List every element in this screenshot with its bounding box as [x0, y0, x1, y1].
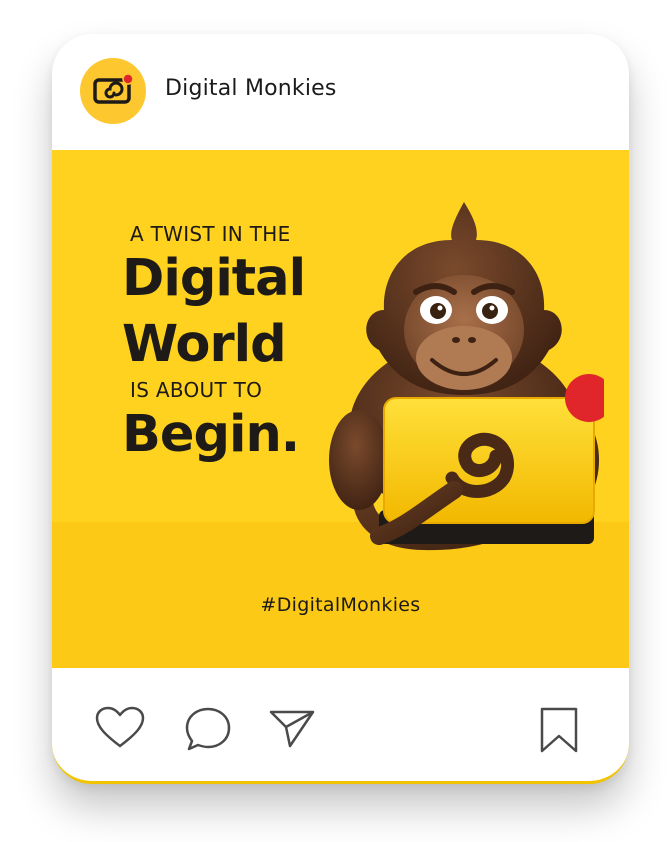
headline-line-1: A TWIST IN THE [130, 222, 291, 246]
headline-line-4: IS ABOUT TO [130, 378, 263, 402]
comment-bubble-icon [185, 707, 231, 751]
heart-icon [95, 706, 145, 748]
digital-monkies-logo-icon [93, 73, 134, 104]
share-button[interactable] [268, 706, 316, 750]
headline-line-5: Begin. [122, 405, 300, 464]
paper-plane-icon [269, 710, 315, 748]
post-card: Digital Monkies A TWIST IN THE Digital W… [52, 34, 629, 784]
headline-line-3: World [122, 315, 287, 374]
post-header: Digital Monkies [52, 34, 629, 150]
comment-button[interactable] [184, 706, 232, 752]
post-image: A TWIST IN THE Digital World IS ABOUT TO… [52, 150, 629, 668]
post-actions [52, 668, 629, 781]
save-button[interactable] [538, 706, 580, 754]
avatar[interactable] [80, 58, 146, 124]
bookmark-icon [540, 707, 578, 753]
hashtag[interactable]: #DigitalMonkies [52, 594, 629, 616]
account-name[interactable]: Digital Monkies [165, 76, 337, 101]
headline-line-2: Digital [122, 249, 306, 308]
like-button[interactable] [94, 706, 146, 750]
monkey-illustration [329, 202, 604, 551]
